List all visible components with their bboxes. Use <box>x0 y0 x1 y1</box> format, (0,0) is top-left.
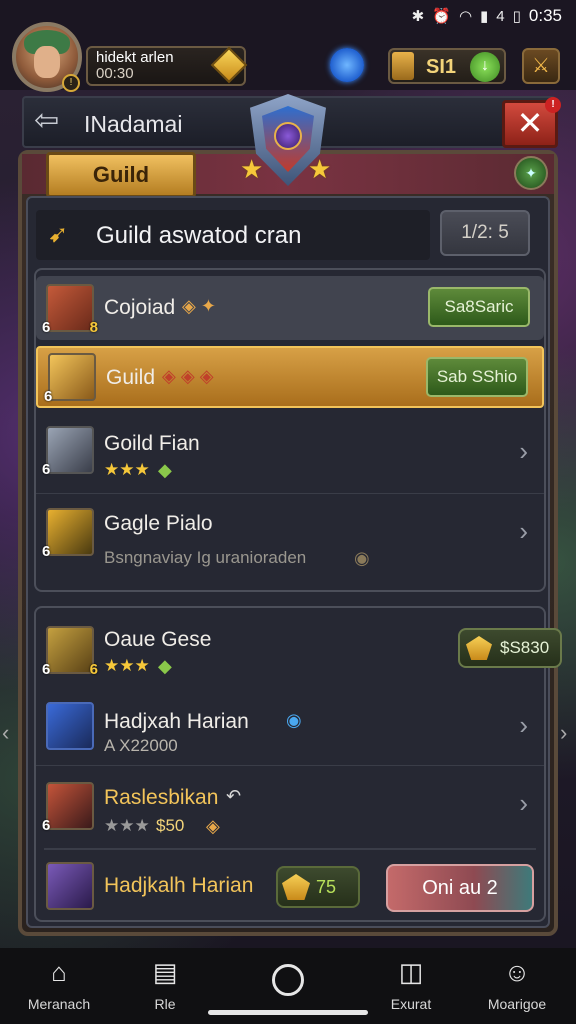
nav-item-profile[interactable]: ☺ Moarigoe <box>462 956 572 1012</box>
back-arrow-icon[interactable]: ⇦ <box>34 106 59 136</box>
gold-gem-icon <box>282 874 310 900</box>
blue-gem-icon[interactable] <box>330 48 364 82</box>
list-item[interactable]: 6 Gagle Pialo Bsngnaviay Ig uranioraden … <box>36 496 544 582</box>
list-item-selected[interactable]: 6 Guild ◈ ◈ ◈ Sab SShio <box>36 346 544 408</box>
leader-name: Hadjkalh Harian <box>104 874 254 897</box>
scroll-right-icon[interactable]: › <box>560 720 567 746</box>
item-name: Raslesbikan <box>104 786 219 809</box>
sword-icon[interactable]: ⚔ <box>522 48 560 84</box>
list-item[interactable]: 6 Raslesbikan ↶ ★★★ $50 ◈ › <box>36 770 544 842</box>
home-icon: ⌂ <box>51 957 67 987</box>
add-currency-button[interactable]: ↓ <box>470 52 500 82</box>
item-level-badge: 8 <box>89 319 98 336</box>
star-icon: ★ <box>240 154 264 184</box>
item-stars: ★★★ <box>104 656 150 675</box>
item-count-badge: 6 <box>42 661 51 678</box>
tab-guild[interactable]: Guild <box>46 152 196 198</box>
green-gem-icon: ◆ <box>158 460 172 480</box>
item-description: Bsngnaviay Ig uranioraden <box>104 548 307 567</box>
nav-item-home[interactable]: ⌂ Meranach <box>4 956 114 1012</box>
profile-icon: ☺ <box>503 957 531 987</box>
divider <box>44 848 536 850</box>
hammer-icon: 6 8 <box>42 284 98 336</box>
section-title-row: ➹ Guild aswatod cran <box>36 210 430 260</box>
item-name: Oaue Gese <box>104 628 212 651</box>
item-name: Cojoiad <box>104 296 176 319</box>
amount-pill: 75 <box>276 866 360 908</box>
close-button[interactable]: ✕ ! <box>502 97 561 148</box>
helmet-icon: 6 <box>44 353 96 405</box>
nav-item-file[interactable]: ▤ Rle <box>110 956 220 1012</box>
nav-label: Meranach <box>27 996 91 1012</box>
item-count-badge: 6 <box>44 388 53 405</box>
item-name: Gagle Pialo <box>104 512 213 535</box>
join-button[interactable]: Oni au 2 <box>386 864 534 912</box>
claim-button[interactable]: Sa8Saric <box>428 287 530 327</box>
level-badge-icon: ! <box>62 74 80 92</box>
notification-dot: ! <box>545 97 561 113</box>
amount-value: 75 <box>316 877 337 897</box>
guild-crest: ★ ★ <box>240 94 336 194</box>
file-icon: ▤ <box>152 957 178 987</box>
nav-label: Rle <box>154 996 176 1012</box>
nav-label: Exurat <box>390 996 432 1012</box>
scroll-left-icon[interactable]: ‹ <box>2 720 9 746</box>
gold-gem-icon <box>466 636 492 660</box>
chevron-right-icon[interactable]: › <box>519 436 528 467</box>
chevron-right-icon[interactable]: › <box>519 516 528 547</box>
trophy-icon: 6 <box>42 508 94 560</box>
chest-small-icon: ◈ <box>206 816 220 836</box>
item-name: Goild Fian <box>104 432 200 455</box>
nav-item-book[interactable]: ◫ Exurat <box>356 956 466 1012</box>
list-item[interactable]: 6 8 Cojoiad ◈ ✦ Sa8Saric <box>36 276 544 340</box>
gem-cluster-icon: ◈ ◈ ◈ <box>162 366 214 386</box>
item-name: Hadjxah Harian <box>104 710 249 733</box>
coin-icon: ◉ <box>354 548 370 568</box>
page-title: INadamai <box>84 111 183 137</box>
blue-orb-icon: ◉ <box>286 710 302 730</box>
item-stars: ★★★ <box>104 816 150 835</box>
cost-button[interactable]: $S830 <box>458 628 562 668</box>
item-count-badge: 6 <box>42 817 51 834</box>
item-subtitle: A X22000 <box>104 736 178 755</box>
hero-portrait-icon: 6 <box>42 782 94 834</box>
currency-value: SI1 <box>426 56 457 78</box>
book-icon: ◫ <box>398 957 424 987</box>
list-item[interactable]: 6 Goild Fian ★★★ ◆ › <box>36 416 544 494</box>
leaf-icon[interactable]: ✦ <box>514 156 548 190</box>
nav-label: Moarigoe <box>487 996 547 1012</box>
item-count-badge: 6 <box>42 319 51 336</box>
cost-value: $S830 <box>500 638 550 657</box>
arrow-banner-icon: ➹ <box>48 221 69 248</box>
gem-cluster-icon: ◈ ✦ <box>182 296 216 316</box>
chevron-right-icon[interactable]: › <box>519 710 528 741</box>
chest-icon: 6 6 <box>42 626 98 678</box>
home-circle-button[interactable] <box>272 964 304 996</box>
item-count-badge: 6 <box>42 543 51 560</box>
item-price: $50 <box>156 816 185 835</box>
section-title: Guild aswatod cran <box>96 222 302 249</box>
item-name: Guild <box>106 366 156 389</box>
item-count-badge: 6 <box>42 461 51 478</box>
spear-icon <box>46 702 94 750</box>
green-gem-icon: ◆ <box>158 656 172 676</box>
hero-portrait-icon <box>46 862 94 910</box>
crest-emblem-icon <box>274 122 302 150</box>
top-resource-bar: ! hidekt arlen 00:30 SI1 ↓ ⚔ <box>0 10 576 92</box>
scroll-icon: ↶ <box>226 786 242 806</box>
list-item[interactable]: Hadjxah Harian ◉ A X22000 › <box>36 694 544 766</box>
star-icon: ★ <box>308 154 332 184</box>
currency-box: SI1 ↓ <box>388 48 506 84</box>
item-stars: ★★★ <box>104 460 150 479</box>
chevron-right-icon[interactable]: › <box>519 788 528 819</box>
chest-icon <box>392 52 414 80</box>
shield-icon: 6 <box>42 426 94 478</box>
item-level-badge: 6 <box>89 661 98 678</box>
claim-button[interactable]: Sab SShio <box>426 357 528 397</box>
avatar-face <box>34 46 60 78</box>
page-indicator[interactable]: 1/2: 5 <box>440 210 530 256</box>
home-indicator[interactable] <box>208 1010 368 1015</box>
